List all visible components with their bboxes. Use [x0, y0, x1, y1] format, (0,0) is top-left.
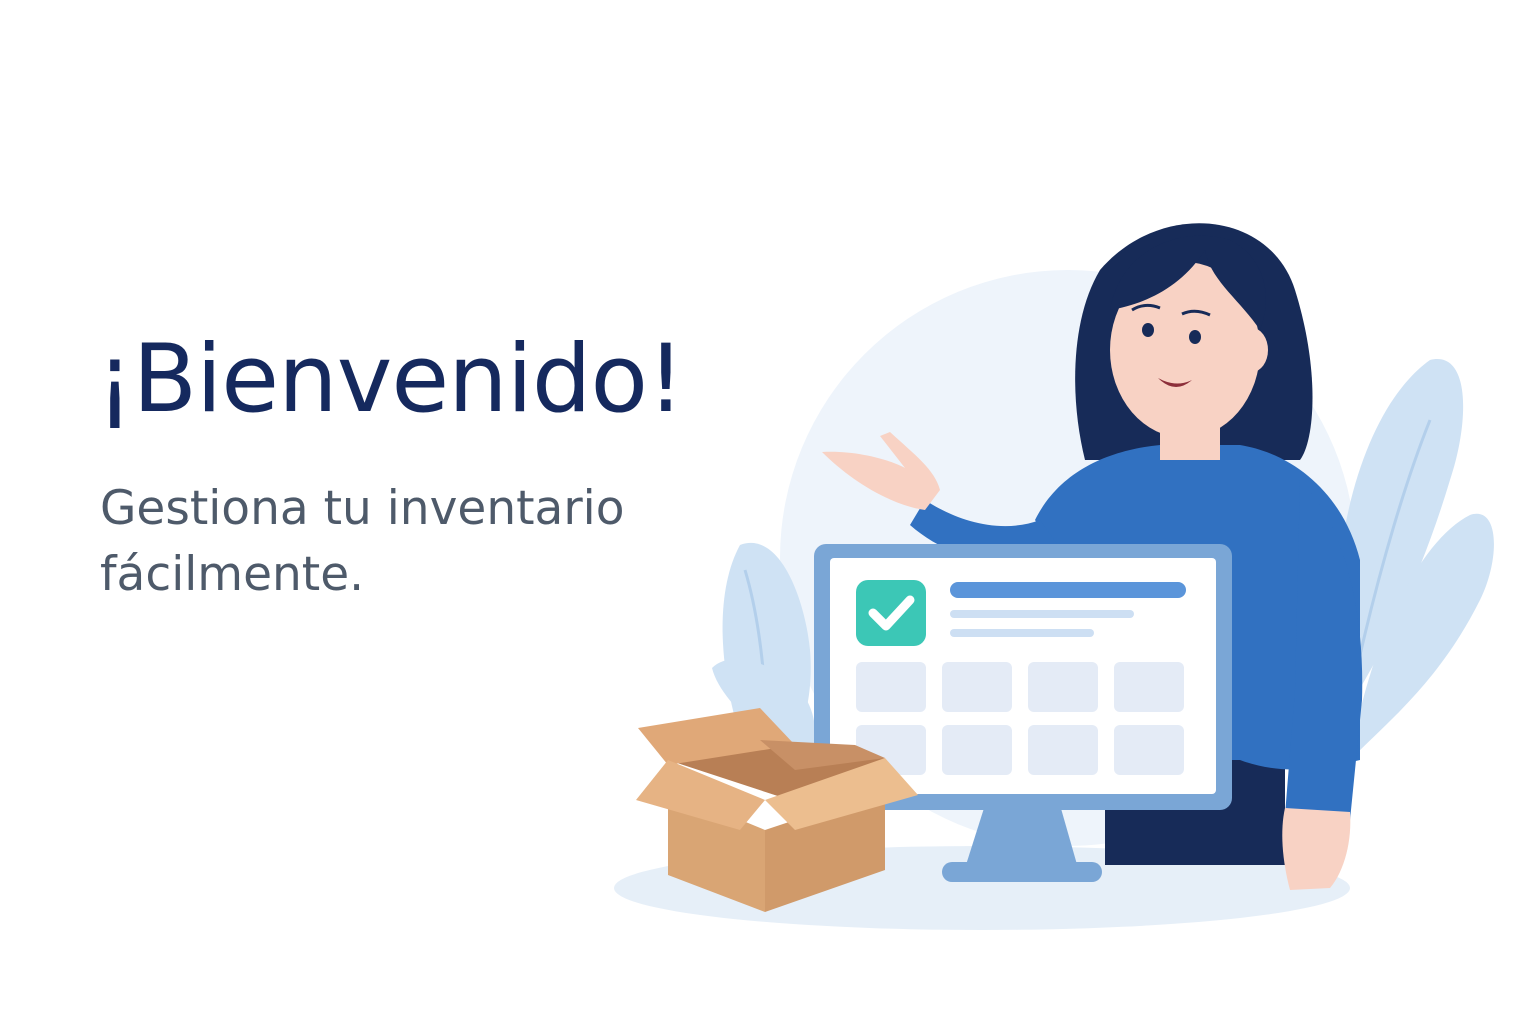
- monitor-base: [942, 862, 1102, 882]
- grid-tile: [1114, 725, 1184, 775]
- grid-tile: [942, 662, 1012, 712]
- welcome-title: ¡Bienvenido!: [96, 325, 685, 434]
- grid-tile: [856, 662, 926, 712]
- grid-tile: [1114, 662, 1184, 712]
- grid-tile: [1028, 662, 1098, 712]
- ear: [1236, 328, 1268, 372]
- eye-left: [1142, 323, 1154, 337]
- screen-line-2: [950, 610, 1134, 618]
- check-badge: [856, 580, 926, 646]
- grid-tile: [942, 725, 1012, 775]
- right-hand: [1282, 808, 1351, 890]
- eye-right: [1189, 330, 1201, 344]
- grid-tile: [1028, 725, 1098, 775]
- welcome-illustration: [614, 223, 1494, 930]
- screen-line-1: [950, 582, 1186, 598]
- screen-line-3: [950, 629, 1094, 637]
- welcome-page: ¡Bienvenido! Gestiona tu inventario fáci…: [0, 0, 1536, 1024]
